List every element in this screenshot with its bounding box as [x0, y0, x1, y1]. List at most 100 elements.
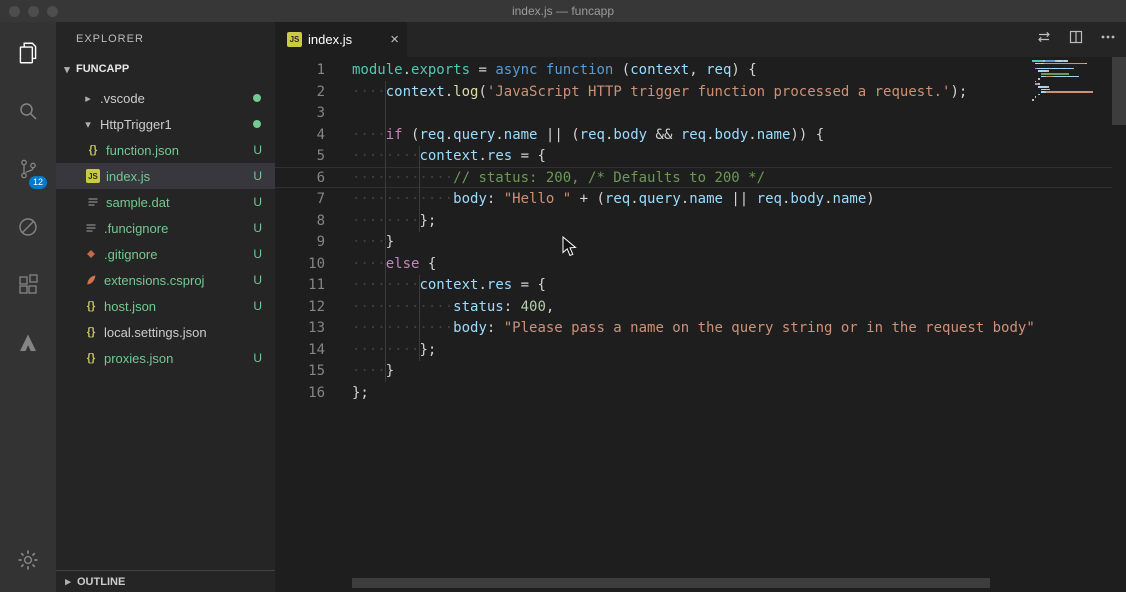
file-lines-icon	[88, 198, 98, 206]
line-number[interactable]: 2	[275, 82, 325, 104]
git-file-icon	[87, 250, 95, 258]
line-content: ············status: 400,	[352, 298, 555, 315]
activity-search-button[interactable]	[0, 82, 56, 140]
line-number[interactable]: 4	[275, 125, 325, 147]
line-number[interactable]: 6	[275, 168, 325, 190]
code-line-15[interactable]: 15 ····}	[275, 361, 1126, 383]
activity-source-control-button[interactable]: 12	[0, 140, 56, 198]
tree-item-.gitignore[interactable]: .gitignore U	[56, 241, 275, 267]
tree-item-sample.dat[interactable]: sample.dat U	[56, 189, 275, 215]
activity-extensions-button[interactable]	[0, 256, 56, 314]
tab-label: index.js	[308, 32, 353, 47]
line-number[interactable]: 12	[275, 297, 325, 319]
minimap-line	[1032, 98, 1112, 101]
tree-item-index.js[interactable]: JS index.js U	[56, 163, 275, 189]
git-status-badge: U	[253, 143, 262, 157]
line-number[interactable]: 10	[275, 254, 325, 276]
debug-disabled-icon	[19, 218, 37, 236]
code-line-7[interactable]: 7 ············body: "Hello " + (req.query…	[275, 189, 1126, 211]
activity-explorer-button[interactable]	[0, 24, 56, 82]
close-tab-icon[interactable]: ×	[390, 31, 399, 48]
tree-item-host.json[interactable]: {} host.json U	[56, 293, 275, 319]
line-content: ····}	[352, 234, 395, 250]
line-number[interactable]: 1	[275, 60, 325, 82]
code-line-12[interactable]: 12 ············status: 400,	[275, 297, 1126, 319]
code-line-8[interactable]: 8 ········};	[275, 211, 1126, 233]
outline-section-header[interactable]: ▸ OUTLINE	[56, 570, 275, 592]
file-label: host.json	[104, 298, 157, 314]
file-label: .funcignore	[104, 220, 169, 236]
code-line-1[interactable]: 1 module.exports = async function (contex…	[275, 60, 1126, 82]
chevron-right-icon: ▸	[65, 576, 71, 588]
git-status-badge: U	[253, 195, 262, 209]
code-line-2[interactable]: 2 ····context.log('JavaScript HTTP trigge…	[275, 82, 1126, 104]
minimap[interactable]	[1032, 60, 1112, 102]
code-line-6[interactable]: 6 ············// status: 200, /* Defaults…	[275, 168, 1126, 190]
outline-label: OUTLINE	[77, 575, 126, 588]
more-actions-icon[interactable]	[1100, 29, 1116, 50]
tree-item-local.settings.json[interactable]: {} local.settings.json	[56, 319, 275, 345]
code-line-5[interactable]: 5 ········context.res = {	[275, 146, 1126, 168]
line-number[interactable]: 14	[275, 340, 325, 362]
split-editor-icon[interactable]	[1068, 29, 1084, 50]
tree-item-function.json[interactable]: {} function.json U	[56, 137, 275, 163]
minimap-line	[1032, 85, 1112, 88]
chevron-down-icon: ▾	[85, 118, 91, 131]
tree-item-.vscode[interactable]: ▸ .vscode	[56, 85, 275, 111]
file-label: local.settings.json	[104, 324, 207, 340]
activity-azure-button[interactable]	[0, 314, 56, 372]
tab-index-js[interactable]: JS index.js ×	[275, 22, 407, 57]
tree-item-proxies.json[interactable]: {} proxies.json U	[56, 345, 275, 371]
files-icon	[19, 42, 37, 64]
line-number[interactable]: 11	[275, 275, 325, 297]
vscode-window: { "window": { "title": "index.js — funca…	[0, 0, 1126, 592]
minimize-window-button[interactable]	[28, 6, 39, 17]
minimap-line	[1032, 70, 1112, 72]
line-number[interactable]: 5	[275, 146, 325, 168]
line-number[interactable]: 15	[275, 361, 325, 383]
file-label: .gitignore	[104, 246, 158, 262]
code-editor[interactable]: 1 module.exports = async function (contex…	[275, 57, 1126, 592]
minimap-line	[1032, 80, 1112, 83]
line-number[interactable]: 16	[275, 383, 325, 405]
line-number[interactable]: 7	[275, 189, 325, 211]
tree-item-HttpTrigger1[interactable]: ▾ HttpTrigger1	[56, 111, 275, 137]
js-file-icon: JS	[287, 32, 302, 47]
window-controls	[9, 6, 58, 17]
line-number[interactable]: 3	[275, 103, 325, 125]
line-content: ············body: "Hello " + (req.query.…	[352, 191, 875, 207]
line-number[interactable]: 8	[275, 211, 325, 233]
section-label: FUNCAPP	[76, 63, 130, 75]
git-status-badge: U	[253, 299, 262, 313]
code-line-9[interactable]: 9 ····}	[275, 232, 1126, 254]
zoom-window-button[interactable]	[47, 6, 58, 17]
file-lines-icon	[86, 224, 96, 232]
tree-item-.funcignore[interactable]: .funcignore U	[56, 215, 275, 241]
horizontal-scrollbar[interactable]	[352, 578, 990, 588]
code-line-11[interactable]: 11 ········context.res = {	[275, 275, 1126, 297]
code-line-3[interactable]: 3	[275, 103, 1126, 125]
json-file-icon: {}	[86, 300, 96, 312]
code-line-10[interactable]: 10 ····else {	[275, 254, 1126, 276]
code-line-16[interactable]: 16};	[275, 383, 1126, 405]
line-number[interactable]: 13	[275, 318, 325, 340]
search-icon	[20, 103, 37, 120]
file-label: sample.dat	[106, 194, 170, 210]
git-status-badge: U	[253, 221, 262, 235]
chevron-right-icon: ▸	[85, 92, 91, 105]
code-line-13[interactable]: 13 ············body: "Please pass a name …	[275, 318, 1126, 340]
tree-item-extensions.csproj[interactable]: extensions.csproj U	[56, 267, 275, 293]
activity-debug-button[interactable]	[0, 198, 56, 256]
chevron-down-icon: ▾	[64, 63, 70, 76]
line-number[interactable]: 9	[275, 232, 325, 254]
json-file-icon: {}	[86, 326, 96, 338]
code-line-4[interactable]: 4 ····if (req.query.name || (req.body && …	[275, 125, 1126, 147]
minimap-line	[1032, 75, 1112, 78]
code-content[interactable]: 1 module.exports = async function (contex…	[275, 60, 1126, 404]
vertical-scrollbar[interactable]	[1112, 57, 1126, 125]
open-changes-icon[interactable]	[1036, 29, 1052, 50]
settings-gear-button[interactable]	[0, 538, 56, 582]
close-window-button[interactable]	[9, 6, 20, 17]
section-header-funcapp[interactable]: ▾ FUNCAPP	[56, 57, 275, 81]
code-line-14[interactable]: 14 ········};	[275, 340, 1126, 362]
